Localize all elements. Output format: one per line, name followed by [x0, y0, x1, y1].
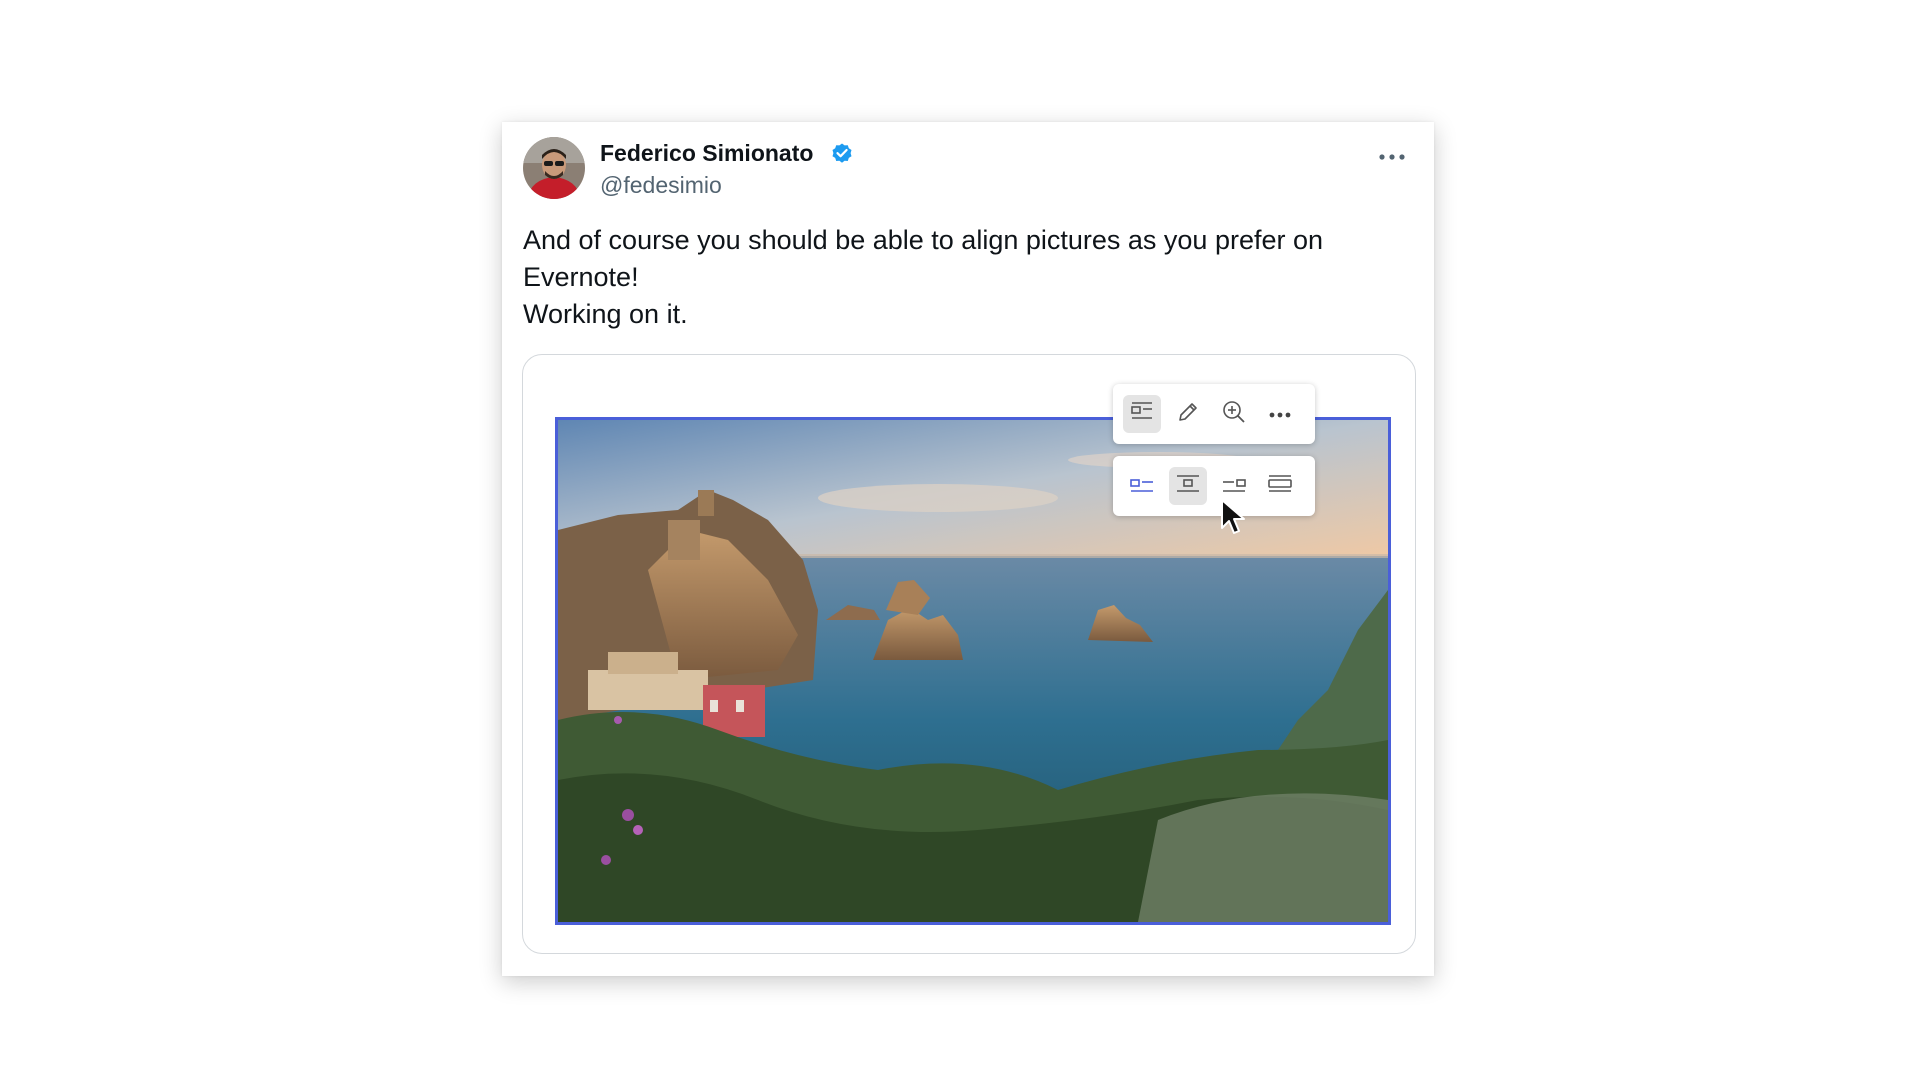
tweet-more-button[interactable] [1372, 144, 1412, 168]
mouse-pointer-icon [1220, 498, 1246, 541]
media-preview[interactable] [522, 354, 1416, 954]
zoom-image-button[interactable] [1215, 395, 1253, 433]
image-more-button[interactable] [1261, 395, 1299, 433]
align-left-option[interactable] [1123, 467, 1161, 505]
align-left-icon [1129, 473, 1155, 500]
image-align-button[interactable] [1123, 395, 1161, 433]
verified-badge-icon [830, 141, 854, 170]
image-toolbar [1113, 384, 1315, 444]
more-horizontal-icon [1269, 405, 1291, 423]
align-center-icon [1175, 473, 1201, 500]
align-full-width-icon [1267, 473, 1293, 500]
author-avatar[interactable] [523, 137, 585, 199]
tweet-text-line: Evernote! [523, 262, 639, 292]
align-center-option[interactable] [1169, 467, 1207, 505]
author-name[interactable]: Federico Simionato [600, 140, 813, 167]
author-handle[interactable]: @fedesimio [600, 172, 722, 199]
alignment-menu [1113, 456, 1315, 516]
tweet-text-line: And of course you should be able to alig… [523, 225, 1324, 255]
more-horizontal-icon [1379, 147, 1405, 165]
pencil-edit-icon [1176, 400, 1200, 429]
zoom-in-icon [1221, 399, 1247, 430]
tweet-card: Federico Simionato @fedesimio And of cou… [502, 122, 1434, 976]
align-full-width-option[interactable] [1261, 467, 1299, 505]
align-left-wrap-icon [1130, 401, 1154, 428]
edit-image-button[interactable] [1169, 395, 1207, 433]
tweet-text: And of course you should be able to alig… [523, 222, 1383, 333]
tweet-text-line: Working on it. [523, 299, 688, 329]
align-right-icon [1221, 473, 1247, 500]
